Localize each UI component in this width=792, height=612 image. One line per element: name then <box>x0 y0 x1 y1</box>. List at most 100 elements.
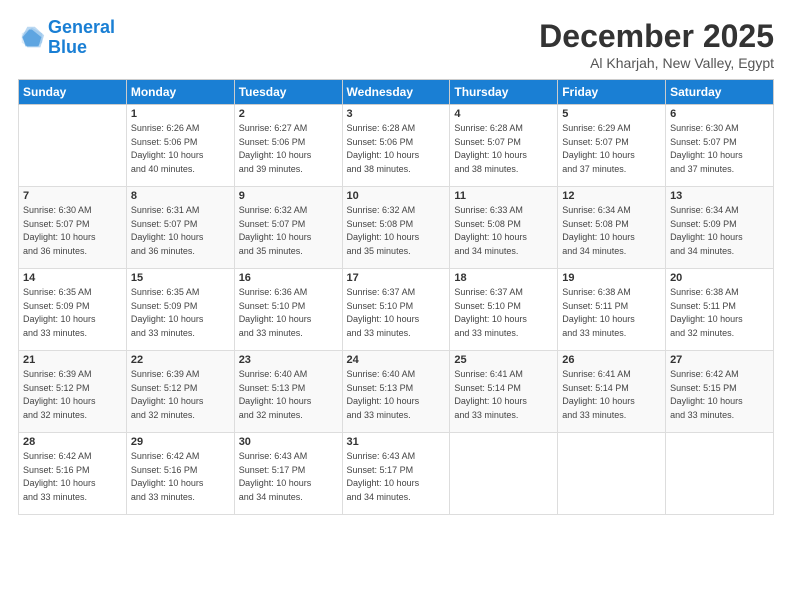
day-number: 2 <box>239 108 338 120</box>
day-number: 23 <box>239 354 338 366</box>
calendar-cell: 5 Sunrise: 6:29 AM Sunset: 5:07 PM Daylig… <box>558 105 666 187</box>
day-number: 6 <box>670 108 769 120</box>
day-number: 8 <box>131 190 230 202</box>
calendar-cell: 22 Sunrise: 6:39 AM Sunset: 5:12 PM Dayli… <box>126 351 234 433</box>
day-number: 20 <box>670 272 769 284</box>
calendar-cell: 17 Sunrise: 6:37 AM Sunset: 5:10 PM Dayli… <box>342 269 450 351</box>
day-info: Sunrise: 6:31 AM Sunset: 5:07 PM Dayligh… <box>131 204 230 258</box>
day-number: 27 <box>670 354 769 366</box>
day-number: 19 <box>562 272 661 284</box>
day-info: Sunrise: 6:37 AM Sunset: 5:10 PM Dayligh… <box>347 286 446 340</box>
day-number: 18 <box>454 272 553 284</box>
day-info: Sunrise: 6:43 AM Sunset: 5:17 PM Dayligh… <box>239 450 338 504</box>
calendar-cell: 30 Sunrise: 6:43 AM Sunset: 5:17 PM Dayli… <box>234 433 342 515</box>
day-info: Sunrise: 6:30 AM Sunset: 5:07 PM Dayligh… <box>23 204 122 258</box>
day-info: Sunrise: 6:30 AM Sunset: 5:07 PM Dayligh… <box>670 122 769 176</box>
calendar-week-row: 21 Sunrise: 6:39 AM Sunset: 5:12 PM Dayli… <box>19 351 774 433</box>
day-info: Sunrise: 6:34 AM Sunset: 5:08 PM Dayligh… <box>562 204 661 258</box>
day-info: Sunrise: 6:28 AM Sunset: 5:06 PM Dayligh… <box>347 122 446 176</box>
day-number: 21 <box>23 354 122 366</box>
col-header-tuesday: Tuesday <box>234 80 342 105</box>
month-title: December 2025 <box>539 18 774 55</box>
logo-text: GeneralBlue <box>48 18 115 58</box>
calendar-table: SundayMondayTuesdayWednesdayThursdayFrid… <box>18 79 774 515</box>
calendar-cell: 9 Sunrise: 6:32 AM Sunset: 5:07 PM Daylig… <box>234 187 342 269</box>
calendar-cell: 6 Sunrise: 6:30 AM Sunset: 5:07 PM Daylig… <box>666 105 774 187</box>
calendar-cell: 21 Sunrise: 6:39 AM Sunset: 5:12 PM Dayli… <box>19 351 127 433</box>
day-number: 14 <box>23 272 122 284</box>
calendar-cell: 27Sunrise: 6:42 AM Sunset: 5:15 PM Dayli… <box>666 351 774 433</box>
day-info: Sunrise: 6:26 AM Sunset: 5:06 PM Dayligh… <box>131 122 230 176</box>
day-number: 30 <box>239 436 338 448</box>
day-number: 12 <box>562 190 661 202</box>
day-number: 17 <box>347 272 446 284</box>
day-info: Sunrise: 6:41 AM Sunset: 5:14 PM Dayligh… <box>454 368 553 422</box>
calendar-cell: 15Sunrise: 6:35 AM Sunset: 5:09 PM Dayli… <box>126 269 234 351</box>
day-info: Sunrise: 6:41 AM Sunset: 5:14 PM Dayligh… <box>562 368 661 422</box>
day-number: 26 <box>562 354 661 366</box>
day-info: Sunrise: 6:32 AM Sunset: 5:07 PM Dayligh… <box>239 204 338 258</box>
col-header-saturday: Saturday <box>666 80 774 105</box>
day-number: 25 <box>454 354 553 366</box>
calendar-cell: 10 Sunrise: 6:32 AM Sunset: 5:08 PM Dayli… <box>342 187 450 269</box>
calendar-cell: 3 Sunrise: 6:28 AM Sunset: 5:06 PM Daylig… <box>342 105 450 187</box>
day-info: Sunrise: 6:27 AM Sunset: 5:06 PM Dayligh… <box>239 122 338 176</box>
logo: GeneralBlue <box>18 18 115 58</box>
location: Al Kharjah, New Valley, Egypt <box>539 55 774 71</box>
calendar-week-row: 1 Sunrise: 6:26 AM Sunset: 5:06 PM Daylig… <box>19 105 774 187</box>
day-number: 10 <box>347 190 446 202</box>
day-number: 9 <box>239 190 338 202</box>
day-number: 4 <box>454 108 553 120</box>
calendar-cell: 25 Sunrise: 6:41 AM Sunset: 5:14 PM Dayli… <box>450 351 558 433</box>
day-number: 22 <box>131 354 230 366</box>
day-info: Sunrise: 6:28 AM Sunset: 5:07 PM Dayligh… <box>454 122 553 176</box>
calendar-cell: 14 Sunrise: 6:35 AM Sunset: 5:09 PM Dayli… <box>19 269 127 351</box>
title-block: December 2025 Al Kharjah, New Valley, Eg… <box>539 18 774 71</box>
day-info: Sunrise: 6:36 AM Sunset: 5:10 PM Dayligh… <box>239 286 338 340</box>
day-info: Sunrise: 6:42 AM Sunset: 5:16 PM Dayligh… <box>23 450 122 504</box>
col-header-friday: Friday <box>558 80 666 105</box>
calendar-header-row: SundayMondayTuesdayWednesdayThursdayFrid… <box>19 80 774 105</box>
calendar-cell: 19 Sunrise: 6:38 AM Sunset: 5:11 PM Dayli… <box>558 269 666 351</box>
col-header-wednesday: Wednesday <box>342 80 450 105</box>
day-number: 29 <box>131 436 230 448</box>
calendar-cell <box>666 433 774 515</box>
day-info: Sunrise: 6:29 AM Sunset: 5:07 PM Dayligh… <box>562 122 661 176</box>
calendar-cell: 13 Sunrise: 6:34 AM Sunset: 5:09 PM Dayli… <box>666 187 774 269</box>
calendar-week-row: 7Sunrise: 6:30 AM Sunset: 5:07 PM Daylig… <box>19 187 774 269</box>
day-info: Sunrise: 6:38 AM Sunset: 5:11 PM Dayligh… <box>562 286 661 340</box>
day-info: Sunrise: 6:32 AM Sunset: 5:08 PM Dayligh… <box>347 204 446 258</box>
page-header: GeneralBlue December 2025 Al Kharjah, Ne… <box>18 18 774 71</box>
calendar-cell: 2 Sunrise: 6:27 AM Sunset: 5:06 PM Daylig… <box>234 105 342 187</box>
logo-icon <box>18 24 46 52</box>
day-info: Sunrise: 6:39 AM Sunset: 5:12 PM Dayligh… <box>23 368 122 422</box>
day-info: Sunrise: 6:42 AM Sunset: 5:16 PM Dayligh… <box>131 450 230 504</box>
calendar-week-row: 28Sunrise: 6:42 AM Sunset: 5:16 PM Dayli… <box>19 433 774 515</box>
calendar-cell: 28Sunrise: 6:42 AM Sunset: 5:16 PM Dayli… <box>19 433 127 515</box>
day-info: Sunrise: 6:35 AM Sunset: 5:09 PM Dayligh… <box>23 286 122 340</box>
calendar-cell <box>558 433 666 515</box>
day-info: Sunrise: 6:34 AM Sunset: 5:09 PM Dayligh… <box>670 204 769 258</box>
calendar-cell: 7Sunrise: 6:30 AM Sunset: 5:07 PM Daylig… <box>19 187 127 269</box>
day-info: Sunrise: 6:37 AM Sunset: 5:10 PM Dayligh… <box>454 286 553 340</box>
calendar-cell: 1 Sunrise: 6:26 AM Sunset: 5:06 PM Daylig… <box>126 105 234 187</box>
day-number: 5 <box>562 108 661 120</box>
day-number: 1 <box>131 108 230 120</box>
day-info: Sunrise: 6:35 AM Sunset: 5:09 PM Dayligh… <box>131 286 230 340</box>
day-info: Sunrise: 6:43 AM Sunset: 5:17 PM Dayligh… <box>347 450 446 504</box>
day-number: 3 <box>347 108 446 120</box>
calendar-cell <box>450 433 558 515</box>
calendar-cell: 31 Sunrise: 6:43 AM Sunset: 5:17 PM Dayli… <box>342 433 450 515</box>
calendar-cell: 11Sunrise: 6:33 AM Sunset: 5:08 PM Dayli… <box>450 187 558 269</box>
calendar-cell: 24Sunrise: 6:40 AM Sunset: 5:13 PM Dayli… <box>342 351 450 433</box>
day-info: Sunrise: 6:38 AM Sunset: 5:11 PM Dayligh… <box>670 286 769 340</box>
calendar-cell <box>19 105 127 187</box>
day-number: 13 <box>670 190 769 202</box>
calendar-cell: 16 Sunrise: 6:36 AM Sunset: 5:10 PM Dayli… <box>234 269 342 351</box>
day-info: Sunrise: 6:39 AM Sunset: 5:12 PM Dayligh… <box>131 368 230 422</box>
day-number: 16 <box>239 272 338 284</box>
calendar-week-row: 14 Sunrise: 6:35 AM Sunset: 5:09 PM Dayli… <box>19 269 774 351</box>
day-number: 24 <box>347 354 446 366</box>
day-number: 31 <box>347 436 446 448</box>
day-info: Sunrise: 6:33 AM Sunset: 5:08 PM Dayligh… <box>454 204 553 258</box>
